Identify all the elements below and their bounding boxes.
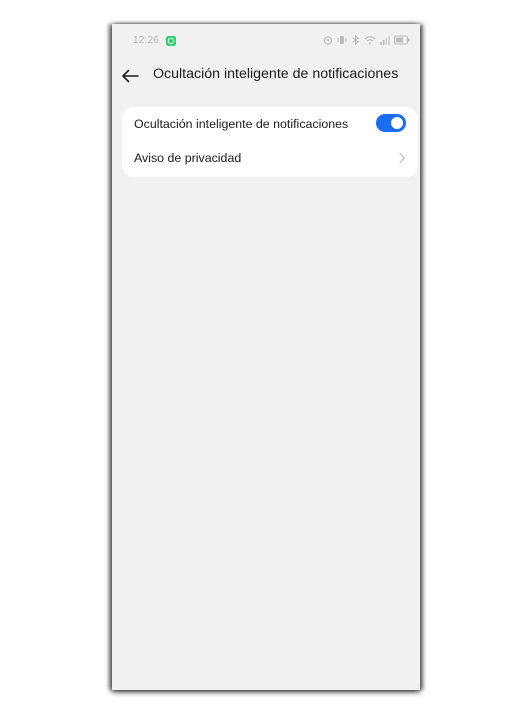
- status-time: 12:26: [133, 35, 160, 46]
- whatsapp-icon: [166, 36, 176, 46]
- setting-privacy-notice[interactable]: Aviso de privacidad: [122, 141, 418, 175]
- setting-smart-hiding[interactable]: Ocultación inteligente de notificaciones: [122, 107, 418, 141]
- wifi-icon: [364, 36, 376, 45]
- back-arrow-icon: [122, 69, 139, 83]
- settings-card: Ocultación inteligente de notificaciones…: [122, 107, 418, 177]
- toggle-knob: [391, 117, 403, 129]
- smart-hiding-toggle[interactable]: [376, 114, 406, 132]
- phone-screen: 12:26 Ocultación inteligente de notifica…: [112, 24, 420, 690]
- app-header: Ocultación inteligente de notificaciones: [112, 62, 420, 90]
- bluetooth-icon: [352, 35, 359, 45]
- chevron-right-icon: [399, 152, 406, 164]
- vibrate-icon: [337, 36, 347, 44]
- setting-smart-hiding-label: Ocultación inteligente de notificaciones: [134, 117, 349, 131]
- setting-privacy-notice-label: Aviso de privacidad: [134, 151, 242, 165]
- alarm-icon: [323, 36, 333, 45]
- status-icons: [323, 35, 410, 45]
- page-title: Ocultación inteligente de notificaciones: [153, 66, 399, 82]
- back-button[interactable]: [118, 64, 142, 88]
- battery-icon: [394, 35, 410, 45]
- signal-icon: [380, 36, 390, 45]
- status-bar: 12:26: [112, 24, 420, 58]
